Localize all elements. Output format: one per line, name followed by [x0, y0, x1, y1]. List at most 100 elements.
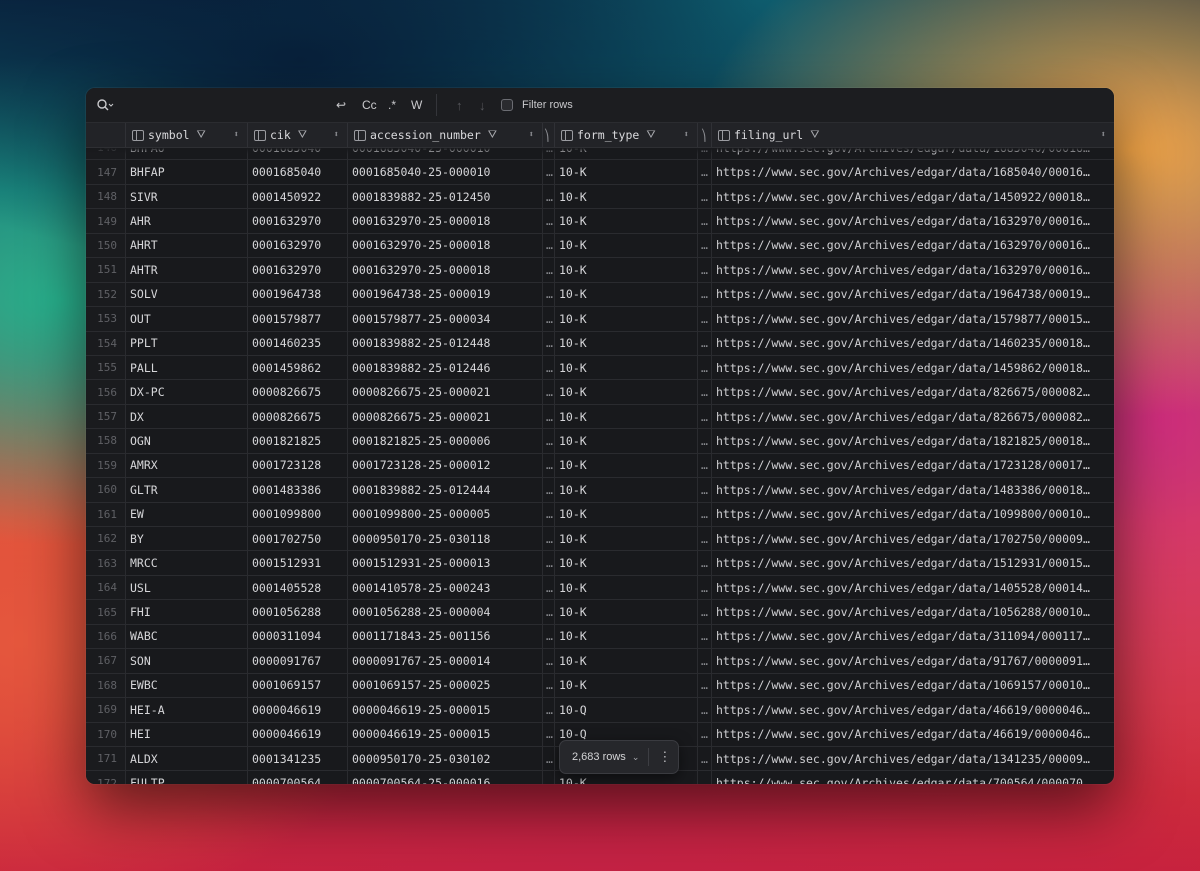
- table-row[interactable]: 153 OUT 0001579877 0001579877-25-000034… 10-…: [86, 307, 1114, 332]
- cell-collapsed[interactable]: …: [543, 624, 555, 649]
- table-row[interactable]: 158 OGN 0001821825 0001821825-25-000006… 10-…: [86, 429, 1114, 454]
- sort-icon[interactable]: ⬍: [529, 130, 534, 140]
- cell-collapsed[interactable]: …: [698, 722, 712, 746]
- cell-filing-url[interactable]: https://www.sec.gov/Archives/edgar/data/…: [712, 527, 1114, 550]
- cell-form-type[interactable]: 10-K: [555, 600, 698, 624]
- cell-collapsed[interactable]: …: [543, 209, 555, 233]
- cell-collapsed[interactable]: …: [543, 160, 555, 184]
- cell-accession-number[interactable]: 0001685040-25-000010: [348, 160, 543, 184]
- cell-collapsed[interactable]: …: [543, 527, 555, 551]
- column-header-form-type[interactable]: form_type ⛛ ⬍: [555, 123, 698, 147]
- more-options-icon[interactable]: ⋮: [658, 749, 671, 765]
- cell-filing-url[interactable]: https://www.sec.gov/Archives/edgar/data/…: [712, 380, 1114, 403]
- cell-symbol[interactable]: EWBC: [126, 673, 248, 698]
- cell-form-type[interactable]: 10-K: [555, 331, 698, 355]
- cell-symbol[interactable]: AHR: [126, 209, 248, 233]
- cell-accession-number[interactable]: 0001069157-25-000025: [348, 673, 543, 698]
- cell-symbol[interactable]: ALDX: [126, 746, 248, 771]
- cell-filing-url[interactable]: https://www.sec.gov/Archives/edgar/data/…: [712, 405, 1114, 428]
- cell-filing-url[interactable]: https://www.sec.gov/Archives/edgar/data/…: [712, 185, 1114, 208]
- row-count-pill[interactable]: 2,683 rows ⌄ ⋮: [559, 740, 679, 774]
- cell-collapsed[interactable]: …: [698, 624, 712, 649]
- cell-accession-number[interactable]: 0001839882-25-012448: [348, 331, 543, 355]
- filter-rows-checkbox[interactable]: [501, 99, 513, 111]
- cell-symbol[interactable]: HEI: [126, 722, 248, 746]
- cell-filing-url[interactable]: https://www.sec.gov/Archives/edgar/data/…: [712, 625, 1114, 648]
- table-row[interactable]: 169 HEI-A 0000046619 0000046619-25-000015… 1…: [86, 698, 1114, 723]
- cell-form-type[interactable]: 10-K: [555, 184, 698, 209]
- table-row[interactable]: 157 DX 0000826675 0000826675-25-000021… 10-K…: [86, 404, 1114, 430]
- cell-symbol[interactable]: SON: [126, 649, 248, 673]
- cell-accession-number[interactable]: 0001821825-25-000006: [348, 429, 543, 453]
- cell-filing-url[interactable]: https://www.sec.gov/Archives/edgar/data/…: [712, 332, 1114, 355]
- table-row[interactable]: 147 BHFAP 0001685040 0001685040-25-000010… 1…: [86, 160, 1114, 185]
- cell-form-type[interactable]: 10-K: [555, 307, 698, 331]
- cell-collapsed[interactable]: …: [543, 184, 555, 209]
- cell-cik[interactable]: 0001702750: [248, 527, 348, 551]
- cell-cik[interactable]: 0000826675: [248, 404, 348, 429]
- cell-accession-number[interactable]: 0000046619-25-000015: [348, 722, 543, 746]
- cell-collapsed[interactable]: …: [543, 282, 555, 307]
- cell-collapsed[interactable]: …: [543, 453, 555, 478]
- filter-icon[interactable]: ⛛: [488, 128, 497, 142]
- whole-word-button[interactable]: W: [411, 88, 422, 122]
- cell-cik[interactable]: 0001069157: [248, 673, 348, 698]
- table-row[interactable]: 166 WABC 0000311094 0001171843-25-001156… 10…: [86, 624, 1114, 650]
- cell-accession-number[interactable]: 0000950170-25-030102: [348, 746, 543, 771]
- cell-collapsed[interactable]: …: [543, 649, 555, 673]
- cell-cik[interactable]: 0001460235: [248, 331, 348, 355]
- cell-collapsed[interactable]: …: [543, 551, 555, 575]
- cell-filing-url[interactable]: https://www.sec.gov/Archives/edgar/data/…: [712, 429, 1114, 452]
- cell-collapsed[interactable]: …: [543, 429, 555, 453]
- cell-form-type[interactable]: 10-K: [555, 453, 698, 478]
- cell-form-type[interactable]: 10-K: [555, 551, 698, 575]
- cell-cik[interactable]: 0000826675: [248, 380, 348, 404]
- cell-collapsed[interactable]: …: [698, 184, 712, 209]
- cell-collapsed[interactable]: …: [543, 307, 555, 331]
- cell-collapsed[interactable]: …: [543, 600, 555, 624]
- cell-form-type[interactable]: 10-K: [555, 160, 698, 184]
- search-input[interactable]: [120, 94, 334, 118]
- cell-cik[interactable]: 0000091767: [248, 649, 348, 673]
- cell-collapsed[interactable]: …: [698, 233, 712, 258]
- cell-accession-number[interactable]: 0001632970-25-000018: [348, 209, 543, 233]
- column-header-symbol[interactable]: symbol ⛛ ⬍: [126, 123, 248, 147]
- collapsed-column-header[interactable]: ⎞: [543, 123, 555, 147]
- regex-button[interactable]: .*: [388, 88, 396, 122]
- cell-collapsed[interactable]: …: [698, 551, 712, 575]
- cell-accession-number[interactable]: 0000700564-25-000016: [348, 771, 543, 784]
- cell-accession-number[interactable]: 0001099800-25-000005: [348, 502, 543, 526]
- cell-accession-number[interactable]: 0001723128-25-000012: [348, 453, 543, 478]
- cell-filing-url[interactable]: https://www.sec.gov/Archives/edgar/data/…: [712, 576, 1114, 599]
- cell-symbol[interactable]: PALL: [126, 355, 248, 380]
- cell-collapsed[interactable]: …: [698, 404, 712, 429]
- cell-filing-url[interactable]: https://www.sec.gov/Archives/edgar/data/…: [712, 307, 1114, 330]
- cell-collapsed[interactable]: …: [698, 380, 712, 404]
- cell-collapsed[interactable]: …: [543, 258, 555, 282]
- cell-collapsed[interactable]: …: [543, 233, 555, 258]
- cell-symbol[interactable]: SOLV: [126, 282, 248, 307]
- cell-filing-url[interactable]: https://www.sec.gov/Archives/edgar/data/…: [712, 209, 1114, 232]
- cell-cik[interactable]: 0001723128: [248, 453, 348, 478]
- cell-form-type[interactable]: 10-K: [555, 624, 698, 649]
- cell-collapsed[interactable]: …: [543, 355, 555, 380]
- cell-accession-number[interactable]: 0001056288-25-000004: [348, 600, 543, 624]
- cell-form-type[interactable]: 10-K: [555, 429, 698, 453]
- cell-symbol[interactable]: HEI-A: [126, 698, 248, 722]
- cell-cik[interactable]: 0001405528: [248, 575, 348, 600]
- table-row[interactable]: 150 AHRT 0001632970 0001632970-25-000018… 10…: [86, 233, 1114, 259]
- table-row[interactable]: 162 BY 0001702750 0000950170-25-030118… 10-K…: [86, 527, 1114, 552]
- cell-form-type[interactable]: 10-K: [555, 478, 698, 502]
- cell-filing-url[interactable]: https://www.sec.gov/Archives/edgar/data/…: [712, 356, 1114, 379]
- sort-icon[interactable]: ⬍: [1101, 130, 1106, 140]
- cell-filing-url[interactable]: https://www.sec.gov/Archives/edgar/data/…: [712, 283, 1114, 306]
- cell-collapsed[interactable]: …: [698, 600, 712, 624]
- match-case-button[interactable]: Cc: [362, 88, 377, 122]
- cell-accession-number[interactable]: 0001512931-25-000013: [348, 551, 543, 575]
- cell-cik[interactable]: 0001632970: [248, 209, 348, 233]
- sort-icon[interactable]: ⬍: [684, 130, 689, 140]
- cell-cik[interactable]: 0001450922: [248, 184, 348, 209]
- cell-symbol[interactable]: OUT: [126, 307, 248, 331]
- cell-accession-number[interactable]: 0001839882-25-012450: [348, 184, 543, 209]
- cell-accession-number[interactable]: 0001632970-25-000018: [348, 233, 543, 258]
